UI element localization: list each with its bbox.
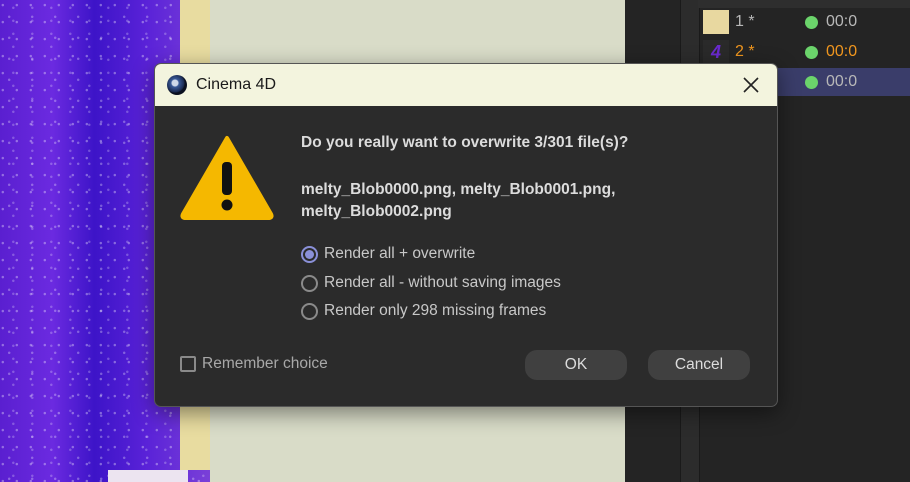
remember-choice[interactable]: Remember choice xyxy=(180,355,328,373)
radio-selected[interactable] xyxy=(301,245,318,263)
viewport-thumb xyxy=(108,470,188,482)
history-row-2[interactable]: 4 2 * 00:0 xyxy=(698,38,910,66)
status-dot-icon xyxy=(805,15,818,29)
row-label: 1 * xyxy=(735,13,755,30)
close-button[interactable] xyxy=(725,64,777,106)
warning-icon xyxy=(180,136,274,220)
app-logo-icon xyxy=(167,75,187,95)
file-list-line-1: melty_Blob0000.png, melty_Blob0001.png, xyxy=(301,181,616,198)
overwrite-dialog: Cinema 4D Do you really want to overwrit… xyxy=(154,63,778,407)
option-render-missing-frames[interactable]: Render only 298 missing frames xyxy=(301,302,546,320)
radio-unselected[interactable] xyxy=(301,302,318,320)
dialog-question: Do you really want to overwrite 3/301 fi… xyxy=(301,134,629,151)
history-row-1[interactable]: 1 * 00:0 xyxy=(698,8,910,36)
row-thumbnail: 4 xyxy=(703,40,729,64)
option-render-without-saving[interactable]: Render all - without saving images xyxy=(301,274,561,292)
radio-unselected[interactable] xyxy=(301,274,318,292)
option-render-all-overwrite[interactable]: Render all + overwrite xyxy=(301,245,475,263)
row-time: 00:0 xyxy=(826,73,858,90)
option-label: Render all + overwrite xyxy=(324,245,476,262)
row-time: 00:0 xyxy=(826,43,858,60)
file-list: melty_Blob0000.png, melty_Blob0001.png, … xyxy=(301,179,701,223)
file-list-line-2: melty_Blob0002.png xyxy=(301,203,452,220)
status-dot-icon xyxy=(805,45,818,59)
close-icon xyxy=(743,77,759,93)
remember-label: Remember choice xyxy=(202,355,328,372)
row-label: 2 * xyxy=(735,43,755,60)
panel-topbar xyxy=(698,0,910,8)
option-label: Render all - without saving images xyxy=(324,274,561,291)
row-time: 00:0 xyxy=(826,13,858,30)
cancel-button[interactable]: Cancel xyxy=(648,350,750,380)
dialog-titlebar[interactable]: Cinema 4D xyxy=(155,64,777,106)
remember-checkbox[interactable] xyxy=(180,356,196,372)
status-dot-icon xyxy=(805,75,818,89)
option-label: Render only 298 missing frames xyxy=(324,302,547,319)
dialog-title: Cinema 4D xyxy=(196,76,277,93)
ok-button[interactable]: OK xyxy=(525,350,627,380)
row-thumbnail xyxy=(703,10,729,34)
